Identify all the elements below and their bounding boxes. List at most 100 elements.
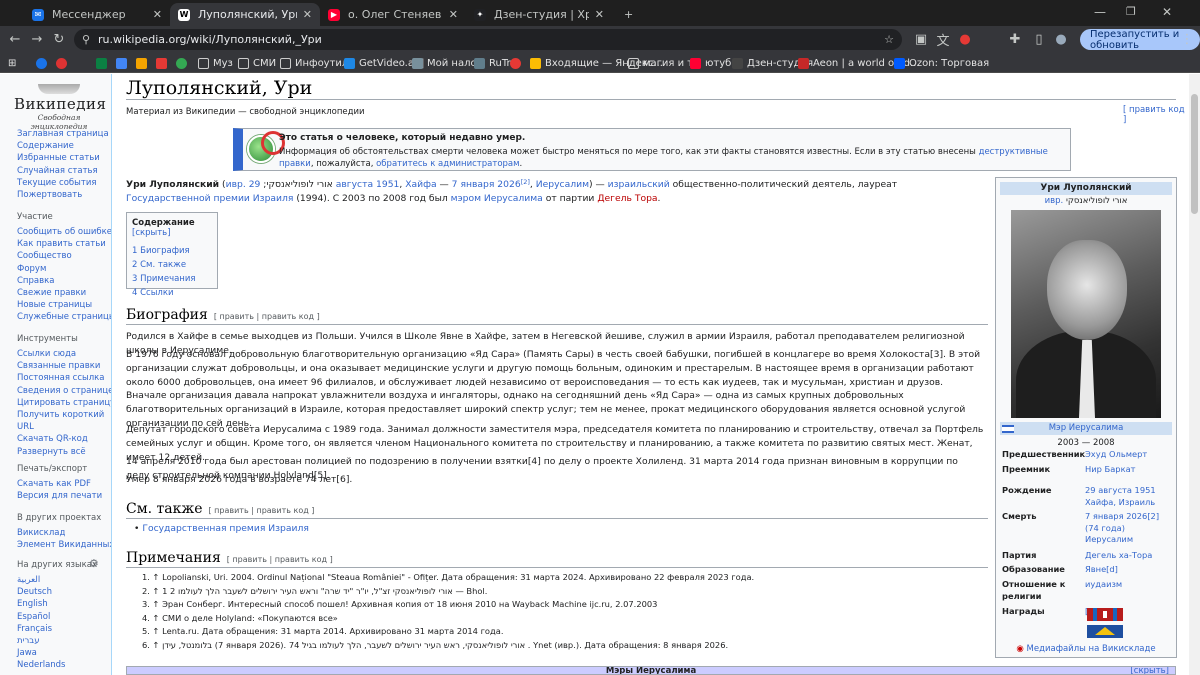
language-link[interactable]: Español	[17, 611, 107, 623]
toc-item[interactable]: 4 Ссылки	[132, 286, 212, 300]
jerusalem-link[interactable]: Иерусалим	[536, 179, 589, 190]
nav-link[interactable]: URL	[17, 421, 107, 433]
toc-hide-toggle[interactable]: [скрыть]	[132, 228, 171, 238]
minimize-icon[interactable]: —	[1094, 5, 1106, 19]
bookmark-icon[interactable]	[96, 57, 107, 69]
tab-wikipedia[interactable]: W Луполянский, Ури — Википедия ✕	[170, 3, 320, 26]
nav-link[interactable]: Викисклад	[17, 527, 107, 539]
sidepanel-icon[interactable]: ▯	[1030, 30, 1048, 48]
navbox-hide-toggle[interactable]: [скрыть]	[1130, 667, 1169, 674]
party-link[interactable]: Дегель Тора	[597, 193, 657, 204]
bookmark-icon[interactable]	[36, 57, 47, 69]
bookmark-item[interactable]: ютуб	[690, 55, 731, 71]
nav-link[interactable]: Цитировать страницу	[17, 397, 115, 409]
death-date-link[interactable]: 7 января 2026	[452, 179, 521, 190]
bookmark-item[interactable]: RuTr	[474, 55, 511, 71]
nav-link[interactable]: Новые страницы	[17, 299, 107, 311]
toc-item[interactable]: 2 См. также	[132, 258, 212, 272]
translate-icon[interactable]: 文	[934, 30, 952, 49]
bookmark-item[interactable]: Мой налог	[412, 55, 482, 71]
nav-link[interactable]: Связанные правки	[17, 360, 107, 372]
infobox-value[interactable]: 29 августа 1951 Хайфа, Израиль	[1085, 485, 1174, 508]
haifa-link[interactable]: Хайфа	[405, 179, 436, 190]
edit-code-link[interactable]: [ править код ]	[1123, 105, 1189, 125]
language-link[interactable]: עברית	[17, 635, 107, 647]
mayor-link[interactable]: мэром Иерусалима	[451, 193, 543, 204]
ref-link[interactable]: [2]	[521, 178, 530, 186]
restore-icon[interactable]: ❐	[1126, 5, 1136, 18]
hebrew-link[interactable]: ивр.	[226, 179, 246, 190]
apps-icon[interactable]: ⊞	[8, 55, 16, 71]
infobox-value[interactable]: Эхуд Ольмерт	[1085, 449, 1174, 461]
nav-link[interactable]: Заглавная страница	[17, 128, 109, 140]
nav-link[interactable]: Избранные статьи	[17, 152, 107, 164]
bookmark-icon[interactable]	[176, 57, 187, 69]
nav-link[interactable]: Случайная статья	[17, 165, 107, 177]
hebrew-link[interactable]: ивр.	[1045, 196, 1064, 206]
nav-link[interactable]: Служебные страницы	[17, 311, 116, 323]
tab-youtube[interactable]: ▶ о. Олег Стеняев о пятидесятниках ✕	[320, 3, 466, 26]
extension-icon[interactable]: ▣	[912, 30, 930, 48]
close-window-icon[interactable]: ✕	[1162, 5, 1172, 19]
state-prize-link[interactable]: Государственной премии Израиля	[126, 193, 293, 204]
commons-link[interactable]: ◉ Медиафайлы на Викискладе	[996, 644, 1176, 654]
scrollbar-thumb[interactable]	[1191, 94, 1198, 214]
profile-icon[interactable]: ●	[1052, 30, 1070, 48]
wikipedia-logo[interactable]: Википедия Свободная энциклопедия	[14, 84, 106, 131]
toc-item[interactable]: 1 Биография	[132, 244, 212, 258]
nav-link[interactable]: Сообщить об ошибке	[17, 226, 112, 238]
toc-item[interactable]: 3 Примечания	[132, 272, 212, 286]
gear-icon[interactable]: ⚙	[89, 557, 99, 570]
language-link[interactable]: English	[17, 598, 107, 610]
bookmark-item[interactable]	[510, 55, 525, 71]
bookmark-icon[interactable]	[136, 57, 147, 69]
close-icon[interactable]: ✕	[449, 8, 458, 21]
extensions-puzzle-icon[interactable]: ✚	[1006, 30, 1024, 48]
nav-link[interactable]: Постоянная ссылка	[17, 372, 107, 384]
nav-link[interactable]: Получить короткий	[17, 409, 107, 421]
tab-dzen[interactable]: ✦ Дзен-студия | Хроники цитадели ✕	[466, 3, 612, 26]
reload-icon[interactable]: ↻	[50, 30, 68, 48]
contact-admins-link[interactable]: обратитесь к администраторам	[376, 159, 519, 169]
close-icon[interactable]: ✕	[595, 8, 604, 21]
bookmark-star-icon[interactable]: ☆	[884, 33, 894, 46]
infobox-value[interactable]: Нир Баркат	[1085, 464, 1174, 476]
nav-link[interactable]: Версия для печати	[17, 490, 107, 502]
section-edit-links[interactable]: [ править | править код ]	[209, 506, 315, 515]
language-link[interactable]: Jawa	[17, 647, 107, 659]
nav-link[interactable]: Элемент Викиданных	[17, 539, 114, 551]
nav-link[interactable]: Скачать QR-код	[17, 433, 107, 445]
portrait-photo[interactable]	[1011, 210, 1161, 418]
bookmark-icon[interactable]	[56, 57, 67, 69]
see-also-link[interactable]: Государственная премия Израиля	[142, 523, 309, 534]
section-edit-links[interactable]: [ править | править код ]	[227, 555, 333, 564]
scrollbar[interactable]	[1189, 74, 1200, 675]
nav-link[interactable]: Развернуть всё	[17, 446, 107, 458]
extension-red-icon[interactable]: ●	[956, 30, 974, 48]
nav-link[interactable]: Сведения о странице	[17, 385, 113, 397]
nav-link[interactable]: Сообщество	[17, 250, 107, 262]
address-bar[interactable]: ⚲ ru.wikipedia.org/wiki/Луполянский,_Ури…	[74, 29, 902, 50]
menu-icon[interactable]: ⋮	[1178, 30, 1196, 48]
language-link[interactable]: Français	[17, 623, 107, 635]
forward-icon[interactable]: →	[28, 30, 46, 48]
infobox-value[interactable]: Дегель ха-Тора	[1085, 550, 1174, 562]
nav-link[interactable]: Скачать как PDF	[17, 478, 107, 490]
new-tab-button[interactable]: +	[616, 3, 640, 26]
nav-link[interactable]: Ссылки сюда	[17, 348, 107, 360]
award-ribbons-icon[interactable]	[1087, 608, 1123, 640]
back-icon[interactable]: ←	[6, 30, 24, 48]
bookmark-folder[interactable]: СМИ	[238, 55, 276, 71]
nav-link[interactable]: Справка	[17, 275, 107, 287]
nav-link[interactable]: Текущие события	[17, 177, 107, 189]
nav-link[interactable]: Форум	[17, 263, 107, 275]
infobox-value[interactable]: Явне[d]	[1085, 564, 1174, 576]
language-link[interactable]: Nederlands	[17, 659, 107, 671]
section-edit-links[interactable]: [ править | править код ]	[214, 312, 320, 321]
israeli-link[interactable]: израильский	[608, 179, 670, 190]
close-icon[interactable]: ✕	[303, 8, 312, 21]
close-icon[interactable]: ✕	[153, 8, 162, 21]
bookmark-icon[interactable]	[116, 57, 127, 69]
nav-link[interactable]: Содержание	[17, 140, 107, 152]
office-link[interactable]: Мэр Иерусалима	[1049, 423, 1124, 433]
